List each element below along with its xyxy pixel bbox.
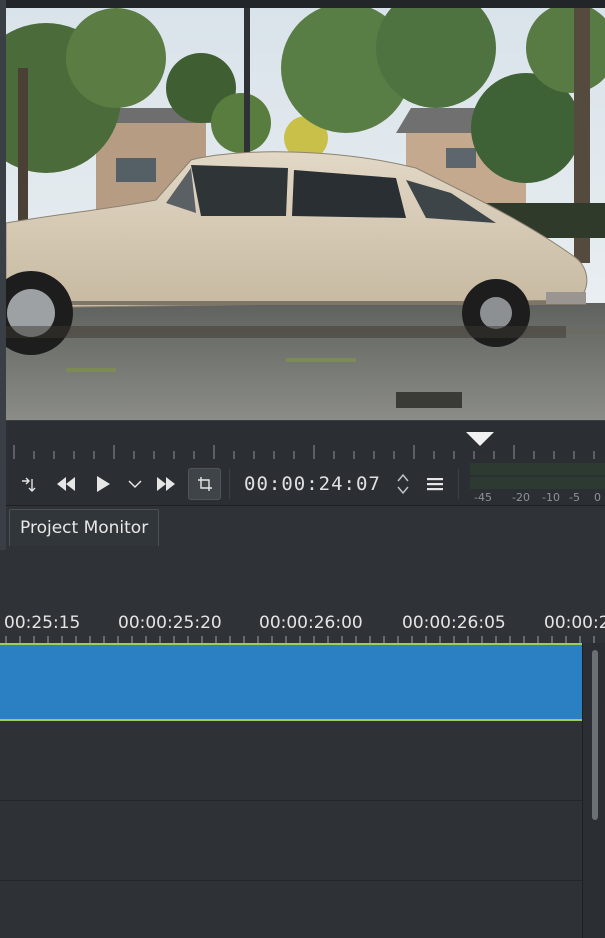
preview-frame-image [6,8,605,420]
fast-forward-icon[interactable] [151,469,181,499]
timeline-tracks[interactable] [0,721,582,938]
track-divider [0,880,582,881]
monitor-ruler[interactable] [6,420,605,464]
vu-label: -5 [569,491,580,504]
vu-meter-bar-1 [470,463,605,475]
video-preview [6,8,605,420]
tab-project-monitor[interactable]: Project Monitor [9,509,160,546]
timeline-ruler-ticks [5,636,595,643]
track-divider [0,800,582,801]
play-icon[interactable] [88,469,118,499]
timecode-display[interactable]: 00:00:24:07 [244,471,381,497]
toolbar-separator [458,469,459,499]
spin-arrows-icon[interactable] [388,469,418,499]
chevron-down-icon[interactable] [120,469,150,499]
timeline-clip[interactable] [0,643,582,721]
vu-label: -10 [542,491,560,504]
rewind-icon[interactable] [51,469,81,499]
timeline-ruler[interactable]: 00:25:15 00:00:25:20 00:00:26:00 00:00:2… [0,605,605,643]
dock-spacer [0,550,605,605]
hamburger-menu-icon[interactable] [420,469,450,499]
audio-level-meter: -45 -20 -10 -5 0 [464,463,605,505]
toolbar-separator [229,469,230,499]
timeline-scrollbar-thumb[interactable] [592,650,598,820]
vu-label: 0 [594,491,601,504]
transport-bar: 00:00:24:07 -45 -20 -10 -5 0 [6,463,605,505]
ruler-ticks [13,432,595,459]
vu-label: -20 [512,491,530,504]
playhead-marker[interactable] [466,432,494,446]
vu-label: -45 [474,491,492,504]
arrow-to-line-icon[interactable] [14,469,44,499]
monitor-tab-bar: Project Monitor [6,505,605,551]
vu-meter-bar-2 [470,477,605,489]
crop-icon[interactable] [188,468,221,500]
